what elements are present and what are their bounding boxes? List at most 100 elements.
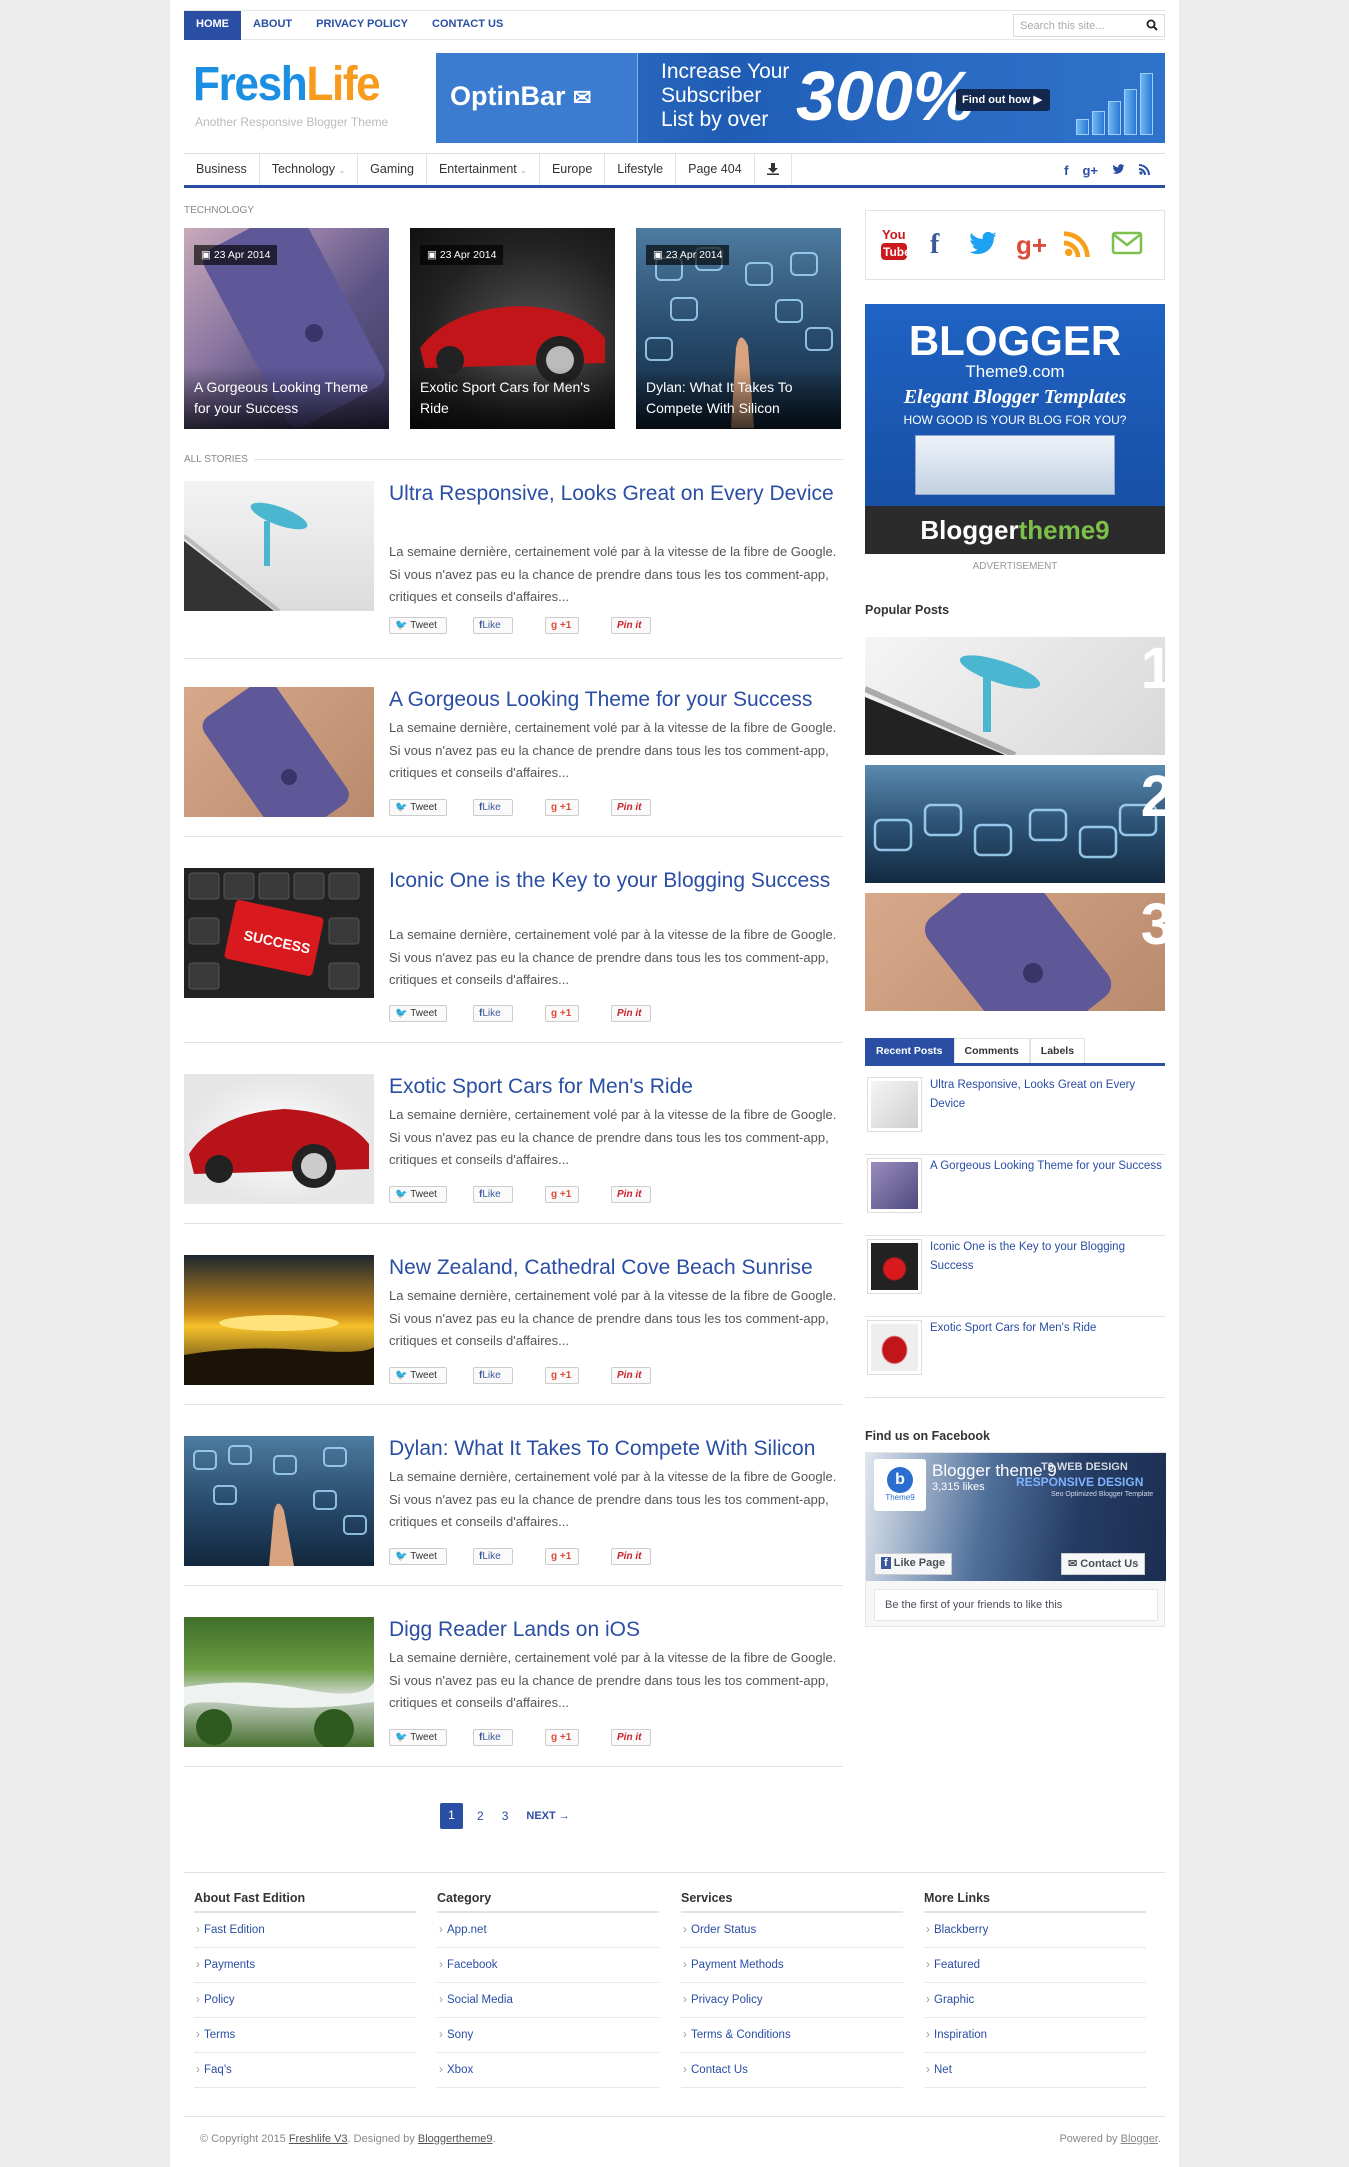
next-page-button[interactable]: NEXT →	[526, 1804, 569, 1829]
recent-post-title[interactable]: A Gorgeous Looking Theme for your Succes…	[930, 1157, 1165, 1176]
footer-link[interactable]: Inspiration	[924, 2018, 1146, 2053]
youtube-icon[interactable]: You Tube	[881, 225, 911, 270]
nav-technology[interactable]: Technology ⌄	[260, 154, 359, 185]
pinterest-button[interactable]: Pin it	[611, 1005, 651, 1022]
twitter-icon[interactable]	[1112, 163, 1125, 176]
story-thumbnail[interactable]	[184, 1074, 374, 1204]
tab-labels[interactable]: Labels	[1029, 1038, 1086, 1063]
story-title[interactable]: Digg Reader Lands on iOS	[389, 1617, 843, 1643]
page-2-button[interactable]: 2	[477, 1804, 484, 1829]
tab-comments[interactable]: Comments	[953, 1038, 1030, 1063]
pinterest-button[interactable]: Pin it	[611, 617, 651, 634]
story-thumbnail[interactable]	[184, 1255, 374, 1385]
facebook-like-button[interactable]: fLike	[473, 799, 513, 816]
google-plus-icon[interactable]: g+	[1016, 229, 1047, 261]
google-plus-button[interactable]: g +1	[545, 1005, 579, 1022]
recent-post-title[interactable]: Ultra Responsive, Looks Great on Every D…	[930, 1076, 1165, 1114]
fb-contact-button[interactable]: ✉ Contact Us	[1061, 1553, 1146, 1575]
facebook-like-button[interactable]: fLike	[473, 1548, 513, 1565]
footer-link[interactable]: Featured	[924, 1948, 1146, 1983]
google-plus-button[interactable]: g +1	[545, 799, 579, 816]
site-link[interactable]: Freshlife V3	[289, 2133, 348, 2145]
nav-europe[interactable]: Europe	[540, 154, 606, 185]
popular-post-3[interactable]: 3	[865, 893, 1165, 1011]
google-plus-button[interactable]: g +1	[545, 1548, 579, 1565]
facebook-icon[interactable]: f	[1064, 163, 1068, 178]
nav-business[interactable]: Business	[184, 154, 260, 185]
nav-lifestyle[interactable]: Lifestyle	[605, 154, 677, 185]
footer-link[interactable]: Privacy Policy	[681, 1983, 903, 2018]
google-plus-button[interactable]: g +1	[545, 1186, 579, 1203]
footer-link[interactable]: Contact Us	[681, 2053, 903, 2088]
facebook-like-button[interactable]: fLike	[473, 617, 513, 634]
recent-post-item[interactable]: A Gorgeous Looking Theme for your Succes…	[865, 1155, 1165, 1236]
nav-page-404[interactable]: Page 404	[676, 154, 755, 185]
facebook-like-button[interactable]: fLike	[473, 1186, 513, 1203]
featured-post-3[interactable]: ▣ 23 Apr 2014 Dylan: What It Takes To Co…	[636, 228, 841, 429]
footer-link[interactable]: Sony	[437, 2018, 659, 2053]
story-thumbnail[interactable]	[184, 481, 374, 611]
recent-post-item[interactable]: Ultra Responsive, Looks Great on Every D…	[865, 1074, 1165, 1155]
story-title[interactable]: Exotic Sport Cars for Men's Ride	[389, 1074, 843, 1100]
top-nav-privacy-policy[interactable]: Privacy Policy	[304, 11, 420, 40]
site-logo[interactable]: FreshLife	[193, 61, 381, 109]
recent-post-title[interactable]: Exotic Sport Cars for Men's Ride	[930, 1319, 1165, 1338]
nav-entertainment[interactable]: Entertainment ⌄	[427, 154, 540, 185]
footer-link[interactable]: Order Status	[681, 1913, 903, 1948]
tweet-button[interactable]: 🐦 Tweet	[389, 1729, 447, 1746]
fb-page-name[interactable]: Blogger theme 9	[932, 1461, 1057, 1481]
story-title[interactable]: Ultra Responsive, Looks Great on Every D…	[389, 481, 843, 507]
header-banner-ad[interactable]: OptinBar ✉ Increase Your Subscriber List…	[436, 53, 1165, 143]
facebook-like-button[interactable]: fLike	[473, 1005, 513, 1022]
story-title[interactable]: Iconic One is the Key to your Blogging S…	[389, 868, 843, 894]
facebook-icon[interactable]: f	[930, 229, 939, 261]
banner-cta-button[interactable]: Find out how ▶	[956, 89, 1050, 111]
footer-link[interactable]: Fast Edition	[194, 1913, 416, 1948]
footer-link[interactable]: Payment Methods	[681, 1948, 903, 1983]
pinterest-button[interactable]: Pin it	[611, 1548, 651, 1565]
email-icon[interactable]	[1111, 229, 1143, 264]
tab-recent-posts[interactable]: Recent Posts	[865, 1038, 954, 1063]
nav-gaming[interactable]: Gaming	[358, 154, 427, 185]
footer-link[interactable]: Policy	[194, 1983, 416, 2018]
footer-link[interactable]: App.net	[437, 1913, 659, 1948]
search-input[interactable]: Search this site...	[1013, 14, 1165, 37]
story-thumbnail[interactable]	[184, 1617, 374, 1747]
recent-post-item[interactable]: Iconic One is the Key to your Blogging S…	[865, 1236, 1165, 1317]
fb-page-avatar[interactable]: b Theme9	[874, 1459, 926, 1511]
story-title[interactable]: A Gorgeous Looking Theme for your Succes…	[389, 687, 843, 713]
footer-link[interactable]: Net	[924, 2053, 1146, 2088]
pinterest-button[interactable]: Pin it	[611, 1367, 651, 1384]
tweet-button[interactable]: 🐦 Tweet	[389, 1005, 447, 1022]
footer-link[interactable]: Terms & Conditions	[681, 2018, 903, 2053]
tweet-button[interactable]: 🐦 Tweet	[389, 1186, 447, 1203]
recent-post-title[interactable]: Iconic One is the Key to your Blogging S…	[930, 1238, 1165, 1276]
twitter-icon[interactable]	[968, 229, 998, 266]
top-nav-contact-us[interactable]: Contact Us	[420, 11, 515, 40]
tweet-button[interactable]: 🐦 Tweet	[389, 617, 447, 634]
footer-link[interactable]: Xbox	[437, 2053, 659, 2088]
page-1-button[interactable]: 1	[440, 1803, 463, 1829]
footer-link[interactable]: Graphic	[924, 1983, 1146, 2018]
rss-icon[interactable]	[1064, 229, 1092, 264]
fb-like-page-button[interactable]: f Like Page	[874, 1553, 953, 1575]
page-3-button[interactable]: 3	[502, 1804, 509, 1829]
story-title[interactable]: New Zealand, Cathedral Cove Beach Sunris…	[389, 1255, 843, 1281]
pinterest-button[interactable]: Pin it	[611, 1186, 651, 1203]
footer-link[interactable]: Facebook	[437, 1948, 659, 1983]
tweet-button[interactable]: 🐦 Tweet	[389, 1548, 447, 1565]
google-plus-button[interactable]: g +1	[545, 1367, 579, 1384]
story-title[interactable]: Dylan: What It Takes To Compete With Sil…	[389, 1436, 843, 1462]
top-nav-home[interactable]: Home	[184, 11, 241, 40]
pinterest-button[interactable]: Pin it	[611, 799, 651, 816]
google-plus-button[interactable]: g +1	[545, 617, 579, 634]
footer-link[interactable]: Social Media	[437, 1983, 659, 2018]
footer-link[interactable]: Payments	[194, 1948, 416, 1983]
top-nav-about[interactable]: About	[241, 11, 304, 40]
footer-link[interactable]: Faq's	[194, 2053, 416, 2088]
sidebar-ad-banner[interactable]: BLOGGER Theme9.com Elegant Blogger Templ…	[865, 304, 1165, 554]
tweet-button[interactable]: 🐦 Tweet	[389, 1367, 447, 1384]
google-plus-icon[interactable]: g+	[1082, 163, 1098, 178]
footer-link[interactable]: Blackberry	[924, 1913, 1146, 1948]
featured-post-1[interactable]: ▣ 23 Apr 2014 A Gorgeous Looking Theme f…	[184, 228, 389, 429]
